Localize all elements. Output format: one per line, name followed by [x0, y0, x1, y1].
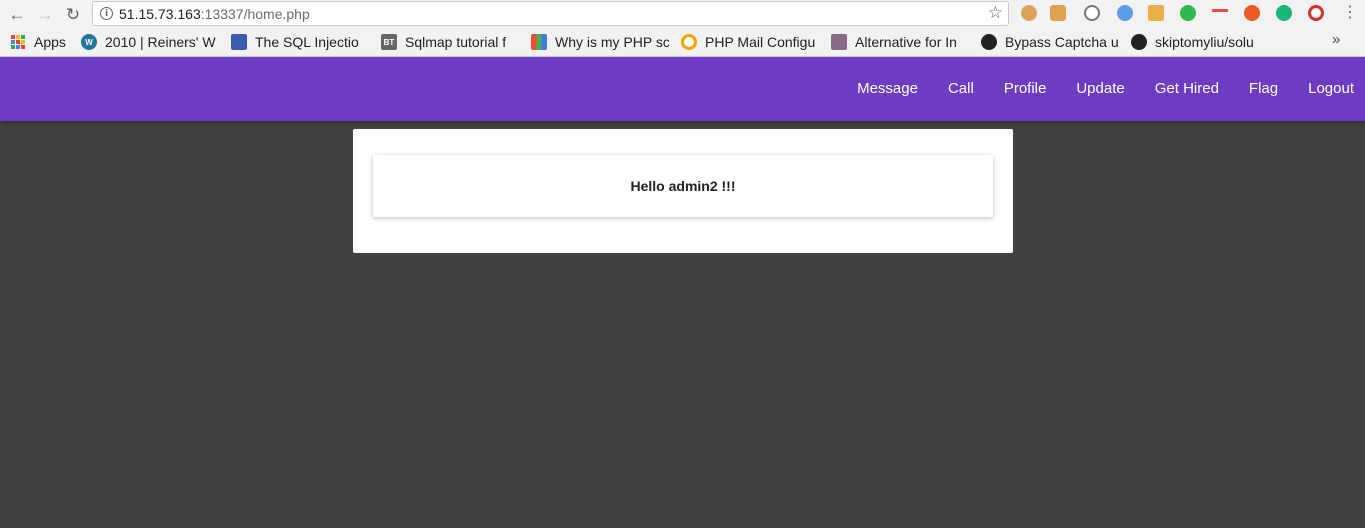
bookmark-label: PHP Mail Configu [705, 34, 816, 50]
address-bar[interactable]: i 51.15.73.163:13337/home.php ☆ [92, 1, 1009, 26]
browser-toolbar: ← → ↻ i 51.15.73.163:13337/home.php ☆ ⋮ [0, 0, 1365, 28]
bookmark-label: Apps [34, 34, 66, 50]
colorful-grid-icon [531, 34, 547, 50]
browser-chrome: ← → ↻ i 51.15.73.163:13337/home.php ☆ ⋮ … [0, 0, 1365, 57]
nav-menu: Message Call Profile Update Get Hired Fl… [842, 57, 1365, 121]
greeting-panel: Hello admin2 !!! [373, 155, 993, 217]
bookmark-label: Alternative for In [855, 34, 957, 50]
search-orange-icon [681, 34, 697, 50]
sql-injection-icon [231, 34, 247, 50]
nav-item-flag[interactable]: Flag [1234, 57, 1293, 121]
main-card: Hello admin2 !!! [353, 129, 1013, 253]
browser-menu-icon[interactable]: ⋮ [1342, 2, 1358, 24]
nav-item-update[interactable]: Update [1061, 57, 1139, 121]
top-navbar: Message Call Profile Update Get Hired Fl… [0, 57, 1365, 121]
avatar-icon [831, 34, 847, 50]
bookmark-label: 2010 | Reiners' W [105, 34, 216, 50]
bookmark-sql-injection[interactable]: The SQL Injectio [231, 33, 369, 51]
wappalyzer-icon[interactable] [1084, 5, 1100, 21]
apps-grid-icon [10, 34, 26, 50]
reload-icon[interactable]: ↻ [62, 3, 84, 25]
greeting-text: Hello admin2 !!! [630, 178, 736, 194]
bookmark-alternative[interactable]: Alternative for In [831, 33, 969, 51]
bookmark-skiptomyliu[interactable]: skiptomyliu/solu [1131, 33, 1269, 51]
hackbar-icon[interactable] [1244, 5, 1260, 21]
more-bookmarks-icon[interactable]: » [1332, 31, 1340, 48]
proxy-icon[interactable] [1117, 5, 1133, 21]
bookmark-label: Why is my PHP sc [555, 34, 669, 50]
nav-item-message[interactable]: Message [842, 57, 933, 121]
bookmark-sqlmap[interactable]: BT Sqlmap tutorial f [381, 33, 519, 51]
nav-item-profile[interactable]: Profile [989, 57, 1062, 121]
bookmark-label: Sqlmap tutorial f [405, 34, 507, 50]
pattern-icon[interactable] [1212, 9, 1228, 17]
url-path: :13337/home.php [200, 6, 310, 22]
url-text: 51.15.73.163:13337/home.php [119, 6, 310, 22]
bookmark-bypass-captcha[interactable]: Bypass Captcha u [981, 33, 1119, 51]
forward-arrow-icon[interactable]: → [34, 3, 56, 25]
nav-item-get-hired[interactable]: Get Hired [1140, 57, 1234, 121]
bt-icon: BT [381, 34, 397, 50]
site-info-icon[interactable]: i [100, 7, 113, 20]
extension-icon[interactable] [1148, 5, 1164, 21]
nav-item-logout[interactable]: Logout [1293, 57, 1365, 121]
bookmark-apps[interactable]: Apps [10, 33, 74, 51]
bookmark-label: Bypass Captcha u [1005, 34, 1119, 50]
grammarly-icon[interactable] [1276, 5, 1292, 21]
bookmark-star-icon[interactable]: ☆ [988, 3, 1003, 23]
bookmarks-bar: Apps W 2010 | Reiners' W The SQL Injecti… [0, 28, 1365, 56]
nav-item-call[interactable]: Call [933, 57, 989, 121]
target-icon[interactable] [1308, 5, 1324, 21]
url-host: 51.15.73.163 [119, 6, 201, 22]
github-icon [981, 34, 997, 50]
bookmark-php[interactable]: Why is my PHP sc [531, 33, 669, 51]
back-arrow-icon[interactable]: ← [6, 3, 28, 25]
hand-icon[interactable] [1180, 5, 1196, 21]
github-icon [1131, 34, 1147, 50]
bookmark-php-mail[interactable]: PHP Mail Configu [681, 33, 819, 51]
wordpress-icon: W [81, 34, 97, 50]
cookie-editor-icon[interactable] [1050, 5, 1066, 21]
bookmark-label: The SQL Injectio [255, 34, 359, 50]
cookie-icon[interactable] [1021, 5, 1037, 21]
bookmark-reiners[interactable]: W 2010 | Reiners' W [81, 33, 219, 51]
bookmark-label: skiptomyliu/solu [1155, 34, 1254, 50]
